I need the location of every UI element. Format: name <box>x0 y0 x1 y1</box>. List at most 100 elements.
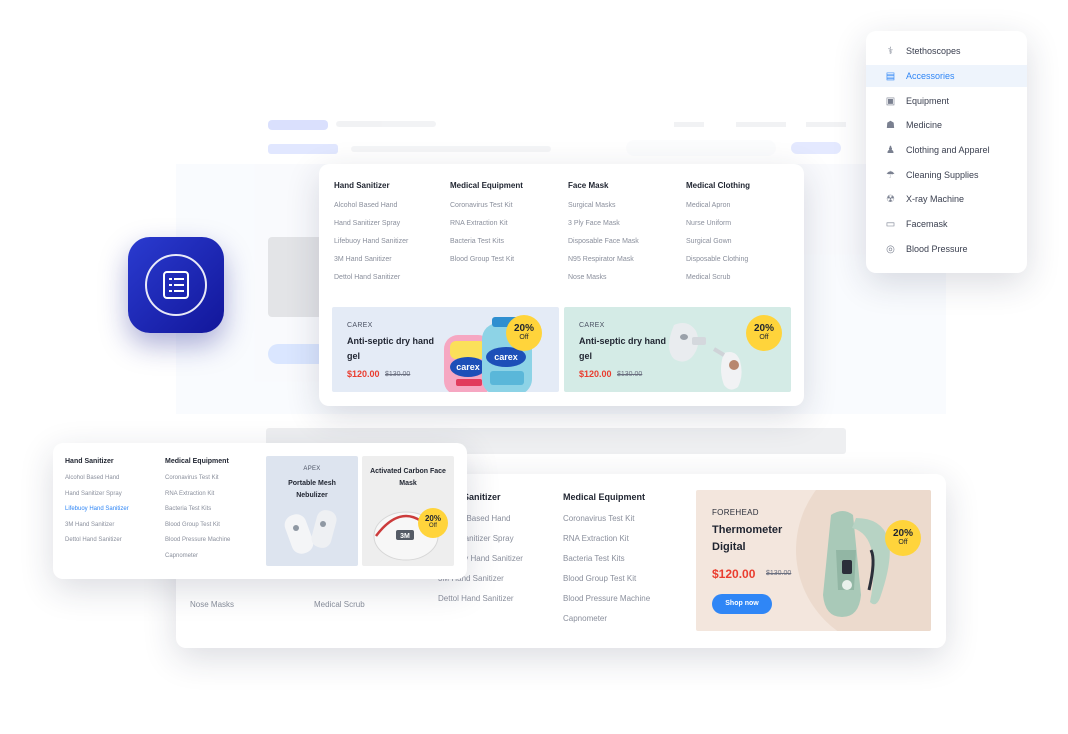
menu-link[interactable]: Medical Scrub <box>686 272 750 290</box>
dropdown-item-accessories[interactable]: ▤ Accessories <box>866 65 1027 87</box>
menu-column-medical-equipment: Medical Equipment Coronavirus Test Kit R… <box>165 458 230 567</box>
menu-link[interactable]: Nose Masks <box>568 272 639 290</box>
dropdown-item-label: Equipment <box>906 96 950 106</box>
menu-link[interactable]: 3M Hand Sanitizer <box>334 254 408 272</box>
facemask-icon: ▭ <box>885 218 896 230</box>
menu-link[interactable]: Nose Masks <box>190 600 234 620</box>
menu-link[interactable]: N95 Respirator Mask <box>568 254 639 272</box>
accessories-icon: ▤ <box>885 70 896 82</box>
menu-column-hand-sanitizer: Hand Sanitizer Alcohol Based Hand Hand S… <box>334 181 408 290</box>
column-title: Hand Sanitizer <box>334 181 390 190</box>
category-dropdown: ⚕ Stethoscopes ▤ Accessories ▣ Equipment… <box>866 31 1027 273</box>
product-price: $120.00 <box>712 567 756 581</box>
dropdown-item-clothing[interactable]: ♟ Clothing and Apparel <box>866 139 1027 161</box>
dropdown-item-medicine[interactable]: ☗ Medicine <box>866 114 1027 136</box>
clothing-icon: ♟ <box>886 144 895 156</box>
product-brand: CAREX <box>347 322 373 329</box>
product-old-price: $130.00 <box>766 570 792 577</box>
menu-link[interactable]: Medical Apron <box>686 200 750 218</box>
menu-link[interactable]: Bacteria Test Kits <box>563 554 650 574</box>
product-old-price: $130.00 <box>385 371 411 378</box>
cleaning-icon: ☂ <box>886 169 895 181</box>
svg-text:carex: carex <box>494 352 518 362</box>
menu-link[interactable]: RNA Extraction Kit <box>563 534 650 554</box>
discount-badge: 20% Off <box>746 315 782 351</box>
dropdown-item-equipment[interactable]: ▣ Equipment <box>866 90 1027 112</box>
menu-link[interactable]: Blood Group Test Kit <box>450 254 523 272</box>
product-name: Anti-septic dry hand gel <box>579 336 667 361</box>
product-brand: CAREX <box>579 322 605 329</box>
svg-text:carex: carex <box>456 362 480 372</box>
showcase-stage: Nose Masks Medical Scrub Hand Sanitizer … <box>0 0 1068 734</box>
promo-card-hand-gel-2[interactable]: CAREX Anti-septic dry hand gel $120.00 $… <box>564 307 791 392</box>
menu-column-partial-2: Medical Scrub <box>314 600 365 620</box>
svg-text:3M: 3M <box>400 533 410 540</box>
menu-link[interactable]: Bacteria Test Kits <box>450 236 523 254</box>
menu-link[interactable]: Dettol Hand Sanitizer <box>65 536 129 552</box>
product-price: $120.00 <box>579 369 612 379</box>
dropdown-item-label: Facemask <box>906 219 948 229</box>
shop-now-button[interactable]: Shop now <box>712 594 772 614</box>
menu-link[interactable]: Coronavirus Test Kit <box>563 514 650 534</box>
discount-badge: 20% Off <box>885 520 921 556</box>
menu-link[interactable]: Nurse Uniform <box>686 218 750 236</box>
dropdown-item-label: Accessories <box>906 71 955 81</box>
menu-link[interactable]: Alcohol Based Hand <box>334 200 408 218</box>
dropdown-item-blood-pressure[interactable]: ◎ Blood Pressure <box>866 238 1027 260</box>
medicine-icon: ☗ <box>886 119 895 131</box>
menu-column-hand-sanitizer: Hand Sanitizer Alcohol Based Hand Hand S… <box>65 458 129 552</box>
stethoscope-icon: ⚕ <box>887 45 894 57</box>
menu-link[interactable]: Disposable Clothing <box>686 254 750 272</box>
column-title: Medical Equipment <box>563 492 646 502</box>
product-tile-nebulizer[interactable]: APEX Portable Mesh Nebulizer <box>266 456 358 566</box>
thermometer-promo[interactable]: FOREHEAD Thermometer Digital $120.00 $13… <box>696 490 931 631</box>
menu-link[interactable]: Surgical Gown <box>686 236 750 254</box>
dropdown-item-stethoscopes[interactable]: ⚕ Stethoscopes <box>866 40 1027 62</box>
menu-link[interactable]: Blood Pressure Machine <box>165 536 230 552</box>
menu-column-medical-clothing: Medical Clothing Medical Apron Nurse Uni… <box>686 181 750 290</box>
menu-link[interactable]: Disposable Face Mask <box>568 236 639 254</box>
product-name: Portable Mesh Nebulizer <box>288 480 336 499</box>
menu-link[interactable]: Blood Group Test Kit <box>165 521 230 537</box>
menu-link[interactable]: RNA Extraction Kit <box>450 218 523 236</box>
menu-link[interactable]: 3M Hand Sanitizer <box>65 521 129 537</box>
discount-badge: 20% Off <box>506 315 542 351</box>
column-title: Hand Sanitizer <box>65 458 114 465</box>
mega-menu-top: Hand Sanitizer Alcohol Based Hand Hand S… <box>319 164 804 406</box>
dropdown-item-xray[interactable]: ☢ X-ray Machine <box>866 188 1027 210</box>
menu-link[interactable]: Surgical Masks <box>568 200 639 218</box>
dropdown-item-label: Medicine <box>906 120 943 130</box>
product-brand: APEX <box>303 466 321 472</box>
column-title: Medical Equipment <box>450 181 523 190</box>
app-logo-icon <box>128 237 224 333</box>
menu-link[interactable]: Blood Group Test Kit <box>563 574 650 594</box>
menu-column-medical-equipment: Medical Equipment Coronavirus Test Kit R… <box>563 492 650 634</box>
menu-link[interactable]: RNA Extraction Kit <box>165 490 230 506</box>
menu-link[interactable]: Medical Scrub <box>314 600 365 620</box>
menu-link[interactable]: Alcohol Based Hand <box>65 474 129 490</box>
menu-link[interactable]: Hand Sanitizer Spray <box>65 490 129 506</box>
menu-link[interactable]: Dettol Hand Sanitizer <box>334 272 408 290</box>
dropdown-item-label: Cleaning Supplies <box>906 170 979 180</box>
menu-link[interactable]: Hand Sanitizer Spray <box>334 218 408 236</box>
menu-link[interactable]: Lifebuoy Hand Sanitizer <box>334 236 408 254</box>
dropdown-item-facemask[interactable]: ▭ Facemask <box>866 213 1027 235</box>
menu-link-active[interactable]: Lifebuoy Hand Sanitizer <box>65 505 129 521</box>
menu-column-medical-equipment: Medical Equipment Coronavirus Test Kit R… <box>450 181 523 272</box>
menu-link[interactable]: 3 Ply Face Mask <box>568 218 639 236</box>
menu-link[interactable]: Coronavirus Test Kit <box>450 200 523 218</box>
dropdown-item-cleaning[interactable]: ☂ Cleaning Supplies <box>866 164 1027 186</box>
menu-link[interactable]: Capnometer <box>563 614 650 634</box>
column-title: Medical Clothing <box>686 181 750 190</box>
promo-card-hand-gel[interactable]: carex carex CAREX Anti-septic dry hand g… <box>332 307 559 392</box>
menu-link[interactable]: Blood Pressure Machine <box>563 594 650 614</box>
dropdown-item-label: X-ray Machine <box>906 194 965 204</box>
product-tile-carbon-mask[interactable]: 3M Activated Carbon Face Mask 20% Off <box>362 456 454 566</box>
menu-link[interactable]: Bacteria Test Kits <box>165 505 230 521</box>
menu-link[interactable]: Capnometer <box>165 552 230 568</box>
menu-link[interactable]: Coronavirus Test Kit <box>165 474 230 490</box>
menu-link[interactable]: Dettol Hand Sanitizer <box>438 594 523 614</box>
column-title: Face Mask <box>568 181 609 190</box>
mega-menu-left: Hand Sanitizer Alcohol Based Hand Hand S… <box>53 443 467 579</box>
column-title: Medical Equipment <box>165 458 229 465</box>
